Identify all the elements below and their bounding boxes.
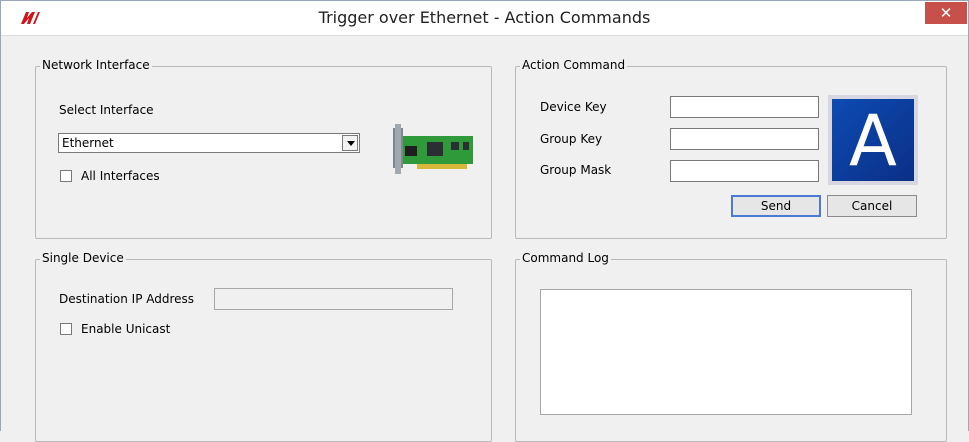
single-device-group: Single Device (35, 251, 492, 442)
device-key-input[interactable] (670, 96, 819, 118)
window-title: Trigger over Ethernet - Action Commands (318, 8, 651, 27)
group-mask-label: Group Mask (540, 163, 612, 177)
destination-ip-label: Destination IP Address (59, 292, 195, 306)
select-interface-label: Select Interface (59, 103, 154, 117)
action-a-icon: A (828, 95, 918, 185)
group-key-label: Group Key (540, 132, 603, 146)
destination-ip-input[interactable] (214, 288, 453, 310)
single-device-legend: Single Device (42, 251, 124, 265)
group-mask-input[interactable] (670, 160, 819, 182)
group-key-input[interactable] (670, 128, 819, 150)
interface-select[interactable]: Ethernet (58, 133, 360, 153)
enable-unicast-label[interactable]: Enable Unicast (81, 322, 170, 336)
all-interfaces-label[interactable]: All Interfaces (81, 169, 160, 183)
network-interface-legend: Network Interface (42, 58, 150, 72)
dialog-client-area: Network Interface Select Interface Ether… (1, 35, 968, 442)
all-interfaces-checkbox[interactable] (60, 170, 72, 182)
enable-unicast-checkbox[interactable] (60, 323, 72, 335)
action-command-legend: Action Command (522, 58, 626, 72)
chevron-down-icon[interactable] (342, 135, 358, 151)
command-log-legend: Command Log (522, 251, 609, 265)
command-log-textarea[interactable] (540, 289, 912, 415)
close-button[interactable]: ✕ (925, 2, 967, 24)
title-bar[interactable]: Trigger over Ethernet - Action Commands … (1, 1, 968, 35)
interface-select-value: Ethernet (62, 136, 114, 150)
close-icon: ✕ (939, 4, 953, 22)
network-card-icon (393, 124, 473, 174)
device-key-label: Device Key (540, 100, 607, 114)
dialog-window: Trigger over Ethernet - Action Commands … (0, 0, 969, 442)
send-button[interactable]: Send (731, 195, 821, 217)
action-a-letter: A (849, 100, 897, 182)
cancel-button[interactable]: Cancel (827, 195, 917, 217)
